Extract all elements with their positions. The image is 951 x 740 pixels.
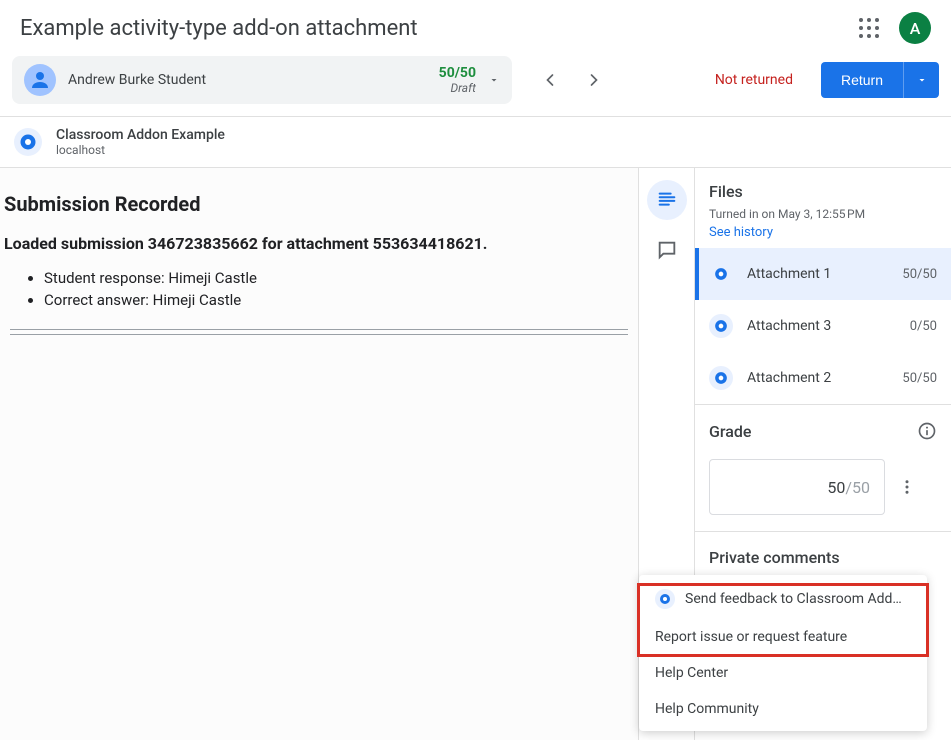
student-response-item: Student response: Himeji Castle: [44, 269, 634, 287]
attachment-row[interactable]: Attachment 3 0/50: [695, 300, 951, 352]
attachment-icon: [709, 314, 733, 338]
return-button[interactable]: Return: [821, 62, 903, 98]
submission-panel: Submission Recorded Loaded submission 34…: [0, 168, 639, 740]
attachment-score: 0/50: [910, 319, 937, 334]
next-student-icon[interactable]: [584, 70, 604, 90]
files-heading: Files: [709, 182, 937, 201]
popup-report-issue[interactable]: Report issue or request feature: [639, 619, 927, 655]
grade-info-icon[interactable]: [917, 421, 937, 441]
attachment-name: Attachment 2: [747, 370, 888, 386]
popup-report-label: Report issue or request feature: [655, 629, 847, 645]
attachment-icon: [709, 262, 733, 286]
student-score: 50/50: [439, 65, 476, 81]
return-dropdown-button[interactable]: [903, 62, 939, 98]
grade-value: 50: [827, 478, 845, 497]
attachment-score: 50/50: [902, 267, 937, 282]
popup-feedback-label: Send feedback to Classroom Add…: [685, 591, 902, 607]
prev-student-icon[interactable]: [540, 70, 560, 90]
addon-host: localhost: [56, 143, 225, 157]
student-dropdown-icon[interactable]: [488, 74, 500, 86]
addon-logo-icon: [14, 128, 42, 156]
turned-in-text: Turned in on May 3, 12:55 PM: [709, 207, 937, 221]
addon-small-icon: [655, 589, 675, 609]
submission-heading: Submission Recorded: [4, 192, 634, 216]
attachment-name: Attachment 3: [747, 318, 896, 334]
correct-answer-item: Correct answer: Himeji Castle: [44, 291, 634, 309]
status-label: Not returned: [715, 72, 793, 88]
page-title: Example activity-type add-on attachment: [20, 16, 418, 41]
grade-more-icon[interactable]: [895, 475, 919, 499]
popup-help-center[interactable]: Help Center: [639, 655, 927, 691]
account-avatar[interactable]: A: [899, 12, 931, 44]
attachment-row[interactable]: Attachment 1 50/50: [695, 248, 951, 300]
popup-help-community[interactable]: Help Community: [639, 691, 927, 727]
submission-loaded-text: Loaded submission 346723835662 for attac…: [4, 234, 634, 253]
attachment-score: 50/50: [902, 371, 937, 386]
comments-tab-icon[interactable]: [647, 230, 687, 270]
grade-max: /50: [845, 478, 870, 497]
attachment-icon: [709, 366, 733, 390]
popup-help-center-label: Help Center: [655, 665, 728, 681]
student-name: Andrew Burke Student: [68, 72, 439, 88]
attachment-name: Attachment 1: [747, 266, 888, 282]
grade-heading: Grade: [709, 422, 751, 441]
student-avatar-icon: [24, 64, 56, 96]
help-popup: Send feedback to Classroom Add… Report i…: [639, 575, 927, 731]
draft-label: Draft: [439, 81, 476, 95]
private-comments-heading: Private comments: [709, 548, 937, 567]
popup-help-community-label: Help Community: [655, 701, 759, 717]
addon-title: Classroom Addon Example: [56, 127, 225, 143]
popup-send-feedback[interactable]: Send feedback to Classroom Add…: [639, 579, 927, 619]
attachment-row[interactable]: Attachment 2 50/50: [695, 352, 951, 404]
grade-input[interactable]: 50/50: [709, 459, 885, 515]
see-history-link[interactable]: See history: [709, 225, 773, 240]
files-tab-icon[interactable]: [647, 180, 687, 220]
apps-icon[interactable]: [859, 18, 879, 38]
student-selector[interactable]: Andrew Burke Student 50/50 Draft: [12, 56, 512, 104]
